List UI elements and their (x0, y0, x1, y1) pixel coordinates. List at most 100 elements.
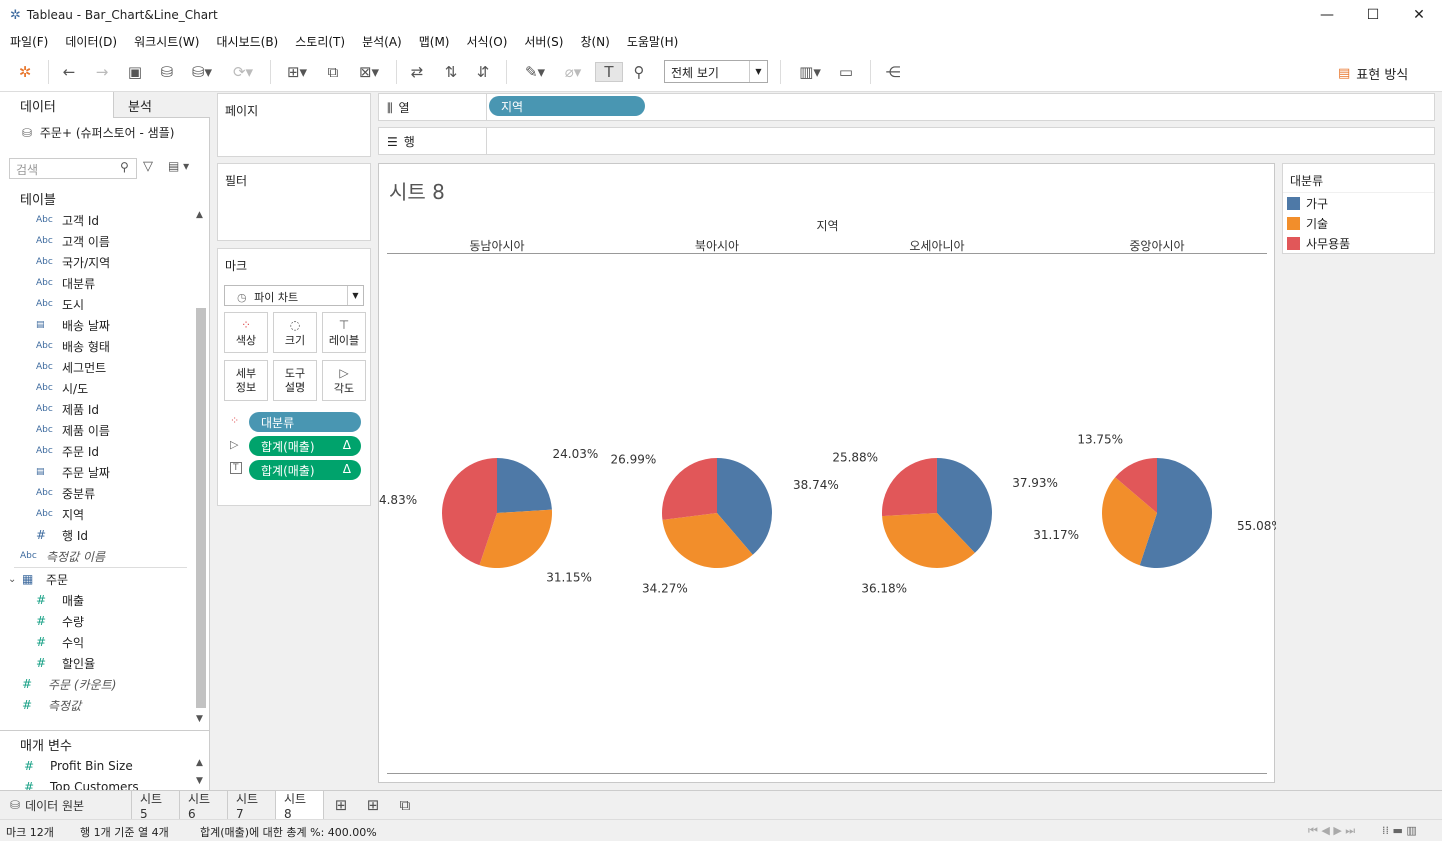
tableau-home-icon[interactable]: ✲ (14, 62, 36, 82)
menu-map[interactable]: 맵(M) (419, 33, 450, 50)
legend-item-office-supplies[interactable]: 사무용품 (1287, 233, 1350, 253)
field-segment[interactable]: Abc 세그먼트 (36, 357, 106, 377)
field-orders-count[interactable]: # 주문 (카운트) (22, 674, 116, 694)
tab-sheet-5[interactable]: 시트 5 (132, 791, 180, 821)
menu-window[interactable]: 창(N) (580, 33, 609, 50)
show-mark-labels-icon[interactable]: T (595, 62, 623, 82)
menu-story[interactable]: 스토리(T) (295, 33, 345, 50)
view-options-icon[interactable]: ▤ ▾ (168, 159, 189, 173)
filters-shelf[interactable]: 필터 (217, 163, 371, 241)
search-input[interactable]: 검색 (9, 158, 137, 179)
worksheet-view[interactable]: 시트 8 지역 동남아시아 북아시아 오세아니아 중앙아시아 24.03% 31.… (378, 163, 1276, 783)
field-order-id[interactable]: Abc 주문 Id (36, 441, 99, 461)
field-profit[interactable]: # 수익 (36, 632, 84, 652)
maximize-button[interactable]: ☐ (1350, 0, 1396, 30)
legend-item-technology[interactable]: 기술 (1287, 213, 1328, 233)
sort-ascending-icon[interactable]: ⇅ (440, 62, 462, 82)
field-state[interactable]: Abc 시/도 (36, 378, 88, 398)
new-worksheet-icon[interactable]: ⊞ (330, 795, 352, 815)
share-icon[interactable]: ⋲ (882, 62, 904, 82)
presentation-mode-icon[interactable]: ▭ (835, 62, 857, 82)
menu-help[interactable]: 도움말(H) (627, 33, 679, 50)
menu-dashboard[interactable]: 대시보드(B) (216, 33, 278, 50)
menu-data[interactable]: 데이터(D) (65, 33, 117, 50)
rows-shelf[interactable]: ☰ 행 (378, 127, 1435, 155)
tab-sheet-7[interactable]: 시트 7 (228, 791, 276, 821)
scrollbar-thumb[interactable] (196, 308, 206, 708)
new-worksheet-icon[interactable]: ⊞▾ (280, 62, 314, 82)
detail-button[interactable]: 세부 정보 (224, 360, 268, 401)
pie-slice[interactable] (662, 458, 717, 520)
field-category[interactable]: Abc 대분류 (36, 273, 95, 293)
field-region[interactable]: Abc 지역 (36, 504, 84, 524)
menu-file[interactable]: 파일(F) (10, 33, 48, 50)
new-dashboard-icon[interactable]: ⊞ (362, 795, 384, 815)
field-city[interactable]: Abc 도시 (36, 294, 84, 314)
new-datasource-icon[interactable]: ⛁ (156, 62, 178, 82)
field-discount[interactable]: # 할인율 (36, 653, 95, 673)
filter-icon[interactable]: ▽ (143, 159, 153, 174)
undo-icon[interactable]: ← (58, 62, 80, 82)
field-customer-id[interactable]: Abc 고객 Id (36, 210, 99, 230)
clear-sheet-icon[interactable]: ⊠▾ (352, 62, 386, 82)
swap-rows-columns-icon[interactable]: ⇄ (406, 62, 428, 82)
field-country[interactable]: Abc 국가/지역 (36, 252, 110, 272)
menu-analysis[interactable]: 분석(A) (362, 33, 402, 50)
pill-category-color[interactable]: 대분류 (249, 412, 361, 432)
menu-format[interactable]: 서식(O) (467, 33, 508, 50)
param-top-customers[interactable]: # Top Customers (24, 776, 139, 790)
scroll-down-icon[interactable]: ▼ (196, 776, 203, 786)
pill-sales-angle[interactable]: 합계(매출) Δ (249, 436, 361, 456)
field-customer-name[interactable]: Abc 고객 이름 (36, 231, 110, 251)
angle-button[interactable]: ▷ 각도 (322, 360, 366, 401)
tab-analysis[interactable]: 분석 (113, 92, 210, 118)
field-quantity[interactable]: # 수량 (36, 611, 84, 631)
legend-item-furniture[interactable]: 가구 (1287, 193, 1328, 213)
pages-shelf[interactable]: 페이지 (217, 93, 371, 157)
new-story-icon[interactable]: ⧉ (394, 795, 416, 815)
param-profit-bin-size[interactable]: # Profit Bin Size (24, 756, 133, 776)
fit-view-select[interactable]: 전체 보기 ▼ (664, 60, 768, 83)
save-icon[interactable]: ▣ (124, 62, 146, 82)
label-button[interactable]: ⊤ 레이블 (322, 312, 366, 353)
color-button[interactable]: ⁘ 색상 (224, 312, 268, 353)
show-me-button[interactable]: ▤ 표현 방식 (1338, 64, 1408, 83)
tab-navigation-icon[interactable]: ⏮ ◀ ▶ ⏭ (1308, 824, 1355, 838)
field-row-id[interactable]: # 행 Id (36, 525, 88, 545)
pause-updates-icon[interactable]: ⛁▾ (188, 62, 216, 82)
scroll-up-icon[interactable]: ▲ (196, 758, 203, 768)
table-orders[interactable]: ⌄ ▦ 주문 (8, 569, 68, 589)
scroll-down-icon[interactable]: ▼ (196, 714, 203, 724)
sort-descending-icon[interactable]: ⇵ (472, 62, 494, 82)
columns-shelf[interactable]: ⫼ 열 지역 (378, 93, 1435, 121)
pill-region[interactable]: 지역 (489, 96, 645, 116)
redo-icon[interactable]: → (91, 62, 113, 82)
pie-slice[interactable] (497, 458, 552, 513)
sheet-sorter-icon[interactable]: ⁞⁞ ▬ ▥ (1382, 824, 1417, 837)
pie-slice[interactable] (882, 458, 937, 517)
field-measure-values[interactable]: # 측정값 (22, 695, 81, 715)
field-subcategory[interactable]: Abc 중분류 (36, 483, 95, 503)
menu-server[interactable]: 서버(S) (524, 33, 563, 50)
refresh-icon[interactable]: ⟳▾ (226, 62, 260, 82)
mark-type-select[interactable]: ◷ 파이 차트 ▼ (224, 285, 364, 306)
minimize-button[interactable]: — (1304, 0, 1350, 30)
fix-axes-icon[interactable]: ⚲ (628, 62, 650, 82)
scroll-up-icon[interactable]: ▲ (196, 210, 203, 220)
size-button[interactable]: ◌ 크기 (273, 312, 317, 353)
field-product-name[interactable]: Abc 제품 이름 (36, 420, 110, 440)
pill-sales-label[interactable]: 합계(매출) Δ (249, 460, 361, 480)
group-members-icon[interactable]: ⌀▾ (556, 62, 590, 82)
data-pane-scrollbar[interactable]: ▲ ▼ (194, 210, 208, 730)
field-sales[interactable]: # 매출 (36, 590, 84, 610)
datasource-item[interactable]: ⛁ 주문+ (슈퍼스토어 - 샘플) (22, 124, 174, 141)
field-measure-names[interactable]: Abc 측정값 이름 (20, 546, 105, 566)
tab-data[interactable]: 데이터 (0, 92, 113, 118)
tooltip-button[interactable]: 도구 설명 (273, 360, 317, 401)
field-ship-date[interactable]: ▤ 배송 날짜 (36, 315, 110, 335)
field-ship-mode[interactable]: Abc 배송 형태 (36, 336, 110, 356)
close-button[interactable]: ✕ (1396, 0, 1442, 30)
tab-sheet-8[interactable]: 시트 8 (276, 791, 324, 821)
duplicate-sheet-icon[interactable]: ⧉ (322, 62, 344, 82)
tab-datasource[interactable]: ⛁ 데이터 원본 (0, 791, 132, 819)
